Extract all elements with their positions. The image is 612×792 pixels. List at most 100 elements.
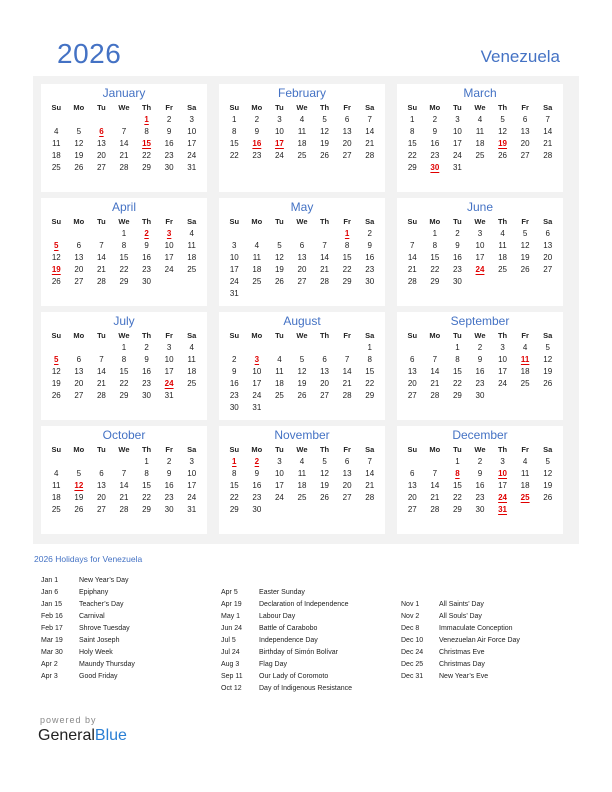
day-cell[interactable]: 30 xyxy=(469,504,492,516)
day-cell[interactable]: 2 xyxy=(135,342,158,354)
day-cell[interactable]: 9 xyxy=(358,240,381,252)
day-cell[interactable]: 4 xyxy=(514,342,537,354)
day-cell[interactable]: 21 xyxy=(401,264,424,276)
day-cell[interactable]: 23 xyxy=(246,150,269,162)
day-cell[interactable]: 14 xyxy=(90,252,113,264)
day-cell[interactable]: 25 xyxy=(45,504,68,516)
day-cell[interactable]: 14 xyxy=(113,480,136,492)
day-cell[interactable]: 8 xyxy=(223,468,246,480)
day-cell[interactable]: 26 xyxy=(45,276,68,288)
day-cell[interactable]: 20 xyxy=(514,138,537,150)
day-cell[interactable]: 10 xyxy=(180,126,203,138)
day-cell[interactable]: 27 xyxy=(536,264,559,276)
day-cell[interactable]: 23 xyxy=(158,150,181,162)
holiday-day-cell[interactable]: 10 xyxy=(491,468,514,480)
holiday-day-cell[interactable]: 1 xyxy=(135,114,158,126)
day-cell[interactable]: 13 xyxy=(90,480,113,492)
day-cell[interactable]: 10 xyxy=(158,354,181,366)
day-cell[interactable]: 3 xyxy=(180,456,203,468)
day-cell[interactable]: 2 xyxy=(223,354,246,366)
day-cell[interactable]: 9 xyxy=(469,468,492,480)
day-cell[interactable]: 28 xyxy=(424,504,447,516)
day-cell[interactable]: 22 xyxy=(223,150,246,162)
day-cell[interactable]: 15 xyxy=(113,366,136,378)
day-cell[interactable]: 29 xyxy=(135,162,158,174)
day-cell[interactable]: 8 xyxy=(446,354,469,366)
day-cell[interactable]: 12 xyxy=(313,468,336,480)
day-cell[interactable]: 12 xyxy=(491,126,514,138)
day-cell[interactable]: 9 xyxy=(135,240,158,252)
day-cell[interactable]: 28 xyxy=(90,390,113,402)
holiday-day-cell[interactable]: 1 xyxy=(223,456,246,468)
day-cell[interactable]: 4 xyxy=(180,228,203,240)
day-cell[interactable]: 24 xyxy=(158,264,181,276)
day-cell[interactable]: 6 xyxy=(68,354,91,366)
day-cell[interactable]: 29 xyxy=(446,390,469,402)
day-cell[interactable]: 14 xyxy=(336,366,359,378)
day-cell[interactable]: 12 xyxy=(45,252,68,264)
day-cell[interactable]: 20 xyxy=(68,264,91,276)
day-cell[interactable]: 31 xyxy=(180,504,203,516)
day-cell[interactable]: 23 xyxy=(135,264,158,276)
day-cell[interactable]: 20 xyxy=(291,264,314,276)
day-cell[interactable]: 4 xyxy=(180,342,203,354)
day-cell[interactable]: 19 xyxy=(313,480,336,492)
holiday-day-cell[interactable]: 11 xyxy=(514,354,537,366)
day-cell[interactable]: 7 xyxy=(90,240,113,252)
day-cell[interactable]: 13 xyxy=(336,468,359,480)
day-cell[interactable]: 21 xyxy=(336,378,359,390)
day-cell[interactable]: 28 xyxy=(336,390,359,402)
day-cell[interactable]: 5 xyxy=(68,468,91,480)
day-cell[interactable]: 29 xyxy=(135,504,158,516)
day-cell[interactable]: 17 xyxy=(491,366,514,378)
day-cell[interactable]: 16 xyxy=(358,252,381,264)
day-cell[interactable]: 9 xyxy=(246,126,269,138)
day-cell[interactable]: 10 xyxy=(268,468,291,480)
holiday-day-cell[interactable]: 2 xyxy=(135,228,158,240)
day-cell[interactable]: 29 xyxy=(113,390,136,402)
day-cell[interactable]: 15 xyxy=(223,138,246,150)
day-cell[interactable]: 19 xyxy=(291,378,314,390)
day-cell[interactable]: 6 xyxy=(90,468,113,480)
day-cell[interactable]: 1 xyxy=(113,228,136,240)
holiday-day-cell[interactable]: 25 xyxy=(514,492,537,504)
day-cell[interactable]: 30 xyxy=(135,276,158,288)
day-cell[interactable]: 18 xyxy=(514,480,537,492)
day-cell[interactable]: 1 xyxy=(135,456,158,468)
day-cell[interactable]: 25 xyxy=(180,378,203,390)
day-cell[interactable]: 5 xyxy=(268,240,291,252)
day-cell[interactable]: 24 xyxy=(268,492,291,504)
day-cell[interactable]: 8 xyxy=(135,468,158,480)
day-cell[interactable]: 26 xyxy=(491,150,514,162)
day-cell[interactable]: 4 xyxy=(291,456,314,468)
day-cell[interactable]: 4 xyxy=(469,114,492,126)
day-cell[interactable]: 19 xyxy=(536,480,559,492)
day-cell[interactable]: 12 xyxy=(268,252,291,264)
day-cell[interactable]: 8 xyxy=(336,240,359,252)
day-cell[interactable]: 3 xyxy=(469,228,492,240)
day-cell[interactable]: 17 xyxy=(491,480,514,492)
day-cell[interactable]: 31 xyxy=(158,390,181,402)
day-cell[interactable]: 24 xyxy=(446,150,469,162)
day-cell[interactable]: 11 xyxy=(268,366,291,378)
day-cell[interactable]: 29 xyxy=(401,162,424,174)
day-cell[interactable]: 25 xyxy=(291,492,314,504)
day-cell[interactable]: 6 xyxy=(291,240,314,252)
day-cell[interactable]: 25 xyxy=(268,390,291,402)
day-cell[interactable]: 4 xyxy=(514,456,537,468)
day-cell[interactable]: 12 xyxy=(313,126,336,138)
day-cell[interactable]: 1 xyxy=(358,342,381,354)
day-cell[interactable]: 11 xyxy=(469,126,492,138)
day-cell[interactable]: 24 xyxy=(180,150,203,162)
day-cell[interactable]: 18 xyxy=(491,252,514,264)
day-cell[interactable]: 13 xyxy=(68,366,91,378)
day-cell[interactable]: 28 xyxy=(424,390,447,402)
holiday-day-cell[interactable]: 24 xyxy=(491,492,514,504)
day-cell[interactable]: 2 xyxy=(424,114,447,126)
day-cell[interactable]: 14 xyxy=(313,252,336,264)
day-cell[interactable]: 2 xyxy=(158,456,181,468)
day-cell[interactable]: 16 xyxy=(135,366,158,378)
day-cell[interactable]: 19 xyxy=(536,366,559,378)
day-cell[interactable]: 17 xyxy=(158,252,181,264)
day-cell[interactable]: 22 xyxy=(358,378,381,390)
